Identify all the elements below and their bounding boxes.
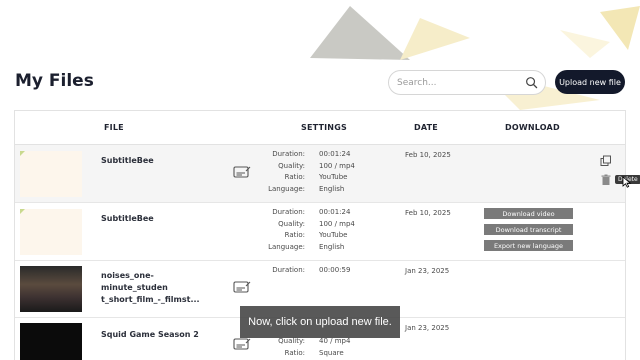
duplicate-icon[interactable] (600, 155, 612, 167)
setting-label: Quality: (278, 219, 305, 228)
file-settings: Duration: 00:01:24 Quality: 100 / mp4 Rati… (255, 207, 405, 253)
file-name[interactable]: SubtitleBee (101, 213, 211, 225)
file-thumbnail[interactable] (20, 323, 82, 360)
ratio-value: Square (319, 348, 344, 357)
download-video-button[interactable]: Download video (484, 208, 573, 219)
header-file: FILE (104, 123, 124, 132)
duration-value: 00:00:59 (319, 266, 351, 274)
file-settings: Quality: 40 / mp4 Ratio: Square (255, 336, 405, 359)
table-row[interactable]: SubtitleBee Duration: 00:01:24 Quality: 10… (15, 203, 625, 261)
file-date: Feb 10, 2025 (405, 151, 451, 159)
setting-label: Duration: (272, 266, 305, 274)
duration-value: 00:01:24 (319, 208, 351, 216)
file-date: Jan 23, 2025 (405, 267, 450, 275)
table-row[interactable]: SubtitleBee Duration: 00:01:24 Quality: 10… (15, 145, 625, 203)
file-thumbnail[interactable] (20, 151, 82, 197)
setting-label: Duration: (272, 150, 305, 158)
export-new-language-button[interactable]: Export new language (484, 240, 573, 251)
file-settings: Duration: 00:00:59 (255, 265, 405, 277)
language-value: English (319, 184, 345, 193)
file-settings: Duration: 00:01:24 Quality: 100 / mp4 Rati… (255, 149, 405, 195)
ratio-value: YouTube (319, 173, 348, 181)
file-name[interactable]: noises_one-minute_studen t_short_film_-_… (101, 270, 211, 306)
file-thumbnail[interactable] (20, 266, 82, 312)
subtitle-icon[interactable] (233, 166, 251, 179)
header-settings: SETTINGS (301, 123, 347, 132)
setting-label: Language: (268, 184, 305, 193)
search-box[interactable] (388, 70, 546, 95)
file-date: Feb 10, 2025 (405, 209, 451, 217)
setting-label: Ratio: (284, 348, 305, 357)
search-icon[interactable] (525, 76, 538, 89)
header-download: DOWNLOAD (505, 123, 560, 132)
file-name[interactable]: SubtitleBee (101, 155, 211, 167)
instruction-caption: Now, click on upload new file. (240, 306, 400, 338)
trash-icon[interactable] (600, 174, 612, 186)
cursor-icon (622, 176, 632, 188)
file-date: Jan 23, 2025 (405, 324, 450, 332)
setting-label: Ratio: (284, 231, 305, 239)
duration-value: 00:01:24 (319, 150, 351, 158)
search-input[interactable] (397, 77, 522, 88)
setting-label: Language: (268, 242, 305, 251)
page-title: My Files (15, 71, 94, 91)
file-name[interactable]: Squid Game Season 2 (101, 329, 211, 341)
table-header: FILE SETTINGS DATE DOWNLOAD (15, 111, 625, 145)
setting-label: Ratio: (284, 173, 305, 181)
quality-value: 100 / mp4 (319, 161, 355, 170)
subtitle-icon[interactable] (233, 338, 251, 351)
setting-label: Duration: (272, 208, 305, 216)
ratio-value: YouTube (319, 231, 348, 239)
subtitle-icon[interactable] (233, 281, 251, 294)
download-transcript-button[interactable]: Download transcript (484, 224, 573, 235)
upload-new-file-button[interactable]: Upload new file (555, 70, 625, 94)
file-thumbnail[interactable] (20, 209, 82, 255)
quality-value: 100 / mp4 (319, 219, 355, 228)
language-value: English (319, 242, 345, 251)
setting-label: Quality: (278, 161, 305, 170)
header-date: DATE (414, 123, 438, 132)
